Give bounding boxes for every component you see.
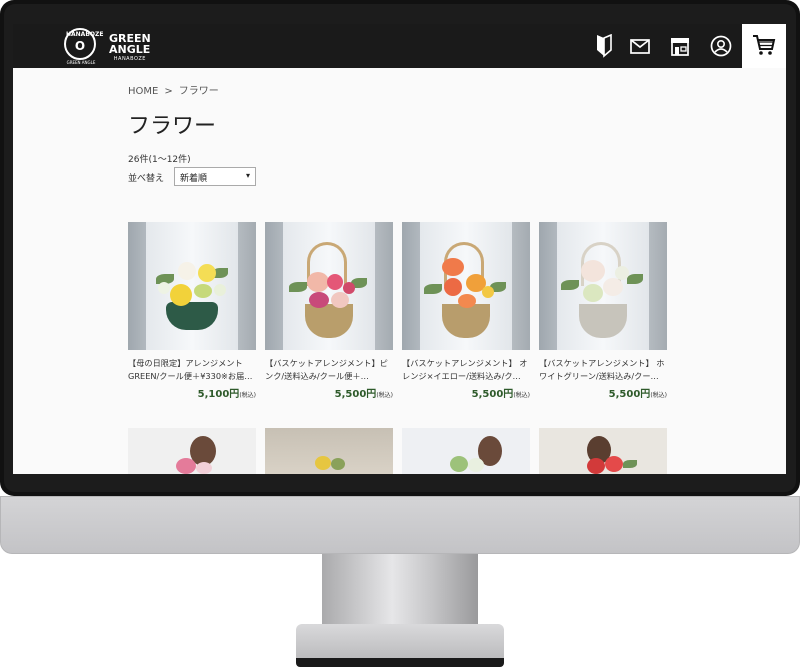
product-image[interactable] [265, 222, 393, 350]
beginner-icon[interactable] [592, 34, 616, 58]
product-image[interactable] [539, 222, 667, 350]
brand-logo[interactable]: GREEN ANGLE HANABOZE [109, 33, 151, 63]
site-header: HANABOZE O GREEN ANGLE GREEN ANGLE HANAB… [13, 24, 786, 68]
product-image[interactable] [402, 428, 530, 474]
monitor-stand-edge [296, 658, 504, 667]
breadcrumb: HOME > フラワー [128, 82, 219, 97]
brand-line2: ANGLE [109, 43, 151, 56]
result-count: 26件(1〜12件) [128, 155, 191, 165]
price-value: 5,500円 [471, 389, 514, 400]
product-name-line1: 【バスケットアレンジメント】 ホ [539, 358, 665, 368]
product-image[interactable] [402, 222, 530, 350]
price-value: 5,100円 [197, 389, 240, 400]
product-card[interactable]: 【バスケットアレンジメント】 オ レンジ×イエロー/送料込み/ク… 5,500円… [402, 222, 530, 400]
brand-line3: HANABOZE [113, 56, 146, 62]
mail-icon[interactable] [628, 34, 652, 58]
product-name[interactable]: 【バスケットアレンジメント】ピ ンク/送料込み/クール便＋… [265, 357, 393, 383]
account-icon[interactable] [709, 34, 733, 58]
price-value: 5,500円 [608, 389, 651, 400]
product-card[interactable]: 【バスケットアレンジメント】 ホ ワイトグリーン/送料込み/クー… 5,500円… [539, 222, 667, 400]
product-price: 5,500円(税込) [265, 385, 393, 400]
product-price: 5,100円(税込) [128, 385, 256, 400]
product-image[interactable] [128, 222, 256, 350]
product-name-line1: 【母の日限定】アレンジメント [128, 358, 243, 368]
page-title: フラワー [128, 114, 217, 139]
product-name-line2: ワイトグリーン/送料込み/クー… [539, 371, 659, 381]
product-name-line1: 【バスケットアレンジメント】ピ [265, 358, 388, 368]
price-value: 5,500円 [334, 389, 377, 400]
logo-seal[interactable]: HANABOZE O [64, 28, 104, 60]
product-image[interactable] [265, 428, 393, 474]
product-name-line1: 【バスケットアレンジメント】 オ [402, 358, 528, 368]
sort-select[interactable]: 新着順 ▾ [174, 167, 256, 186]
screen: HANABOZE O GREEN ANGLE GREEN ANGLE HANAB… [13, 24, 786, 474]
product-image[interactable] [128, 428, 256, 474]
product-image[interactable] [539, 428, 667, 474]
product-price: 5,500円(税込) [402, 385, 530, 400]
chevron-down-icon: ▾ [245, 171, 250, 180]
sort-label: 並べ替え [128, 174, 165, 184]
monitor-stand-base [296, 624, 504, 662]
shop-icon[interactable] [668, 34, 692, 58]
product-card[interactable]: 【バスケットアレンジメント】ピ ンク/送料込み/クール便＋… 5,500円(税込… [265, 222, 393, 400]
product-card[interactable] [402, 428, 530, 474]
tax-label: (税込) [376, 392, 393, 399]
logo-seal-caption: GREEN ANGLE [66, 60, 96, 65]
product-card[interactable] [128, 428, 256, 474]
tax-label: (税込) [650, 392, 667, 399]
product-name-line2: レンジ×イエロー/送料込み/ク… [402, 371, 521, 381]
product-name[interactable]: 【バスケットアレンジメント】 ホ ワイトグリーン/送料込み/クー… [539, 357, 667, 383]
cart-button[interactable] [742, 24, 786, 68]
tax-label: (税込) [513, 392, 530, 399]
cart-icon [753, 35, 776, 55]
logo-seal-text: HANABOZE [66, 31, 104, 38]
monitor-stand-neck [322, 554, 478, 634]
product-card[interactable] [539, 428, 667, 474]
monitor-chin [0, 496, 800, 554]
product-name-line2: ンク/送料込み/クール便＋… [265, 371, 369, 381]
breadcrumb-separator: > [164, 86, 173, 97]
product-card[interactable]: 【母の日限定】アレンジメント GREEN/クール便＋¥330※お届… 5,100… [128, 222, 256, 400]
product-name[interactable]: 【母の日限定】アレンジメント GREEN/クール便＋¥330※お届… [128, 357, 256, 383]
product-name-line2: GREEN/クール便＋¥330※お届… [128, 371, 253, 381]
product-card[interactable] [265, 428, 393, 474]
sort-selected-value: 新着順 [180, 174, 208, 184]
tax-label: (税込) [239, 392, 256, 399]
breadcrumb-home[interactable]: HOME [128, 86, 158, 97]
breadcrumb-current: フラワー [178, 86, 219, 97]
product-price: 5,500円(税込) [539, 385, 667, 400]
product-name[interactable]: 【バスケットアレンジメント】 オ レンジ×イエロー/送料込み/ク… [402, 357, 530, 383]
